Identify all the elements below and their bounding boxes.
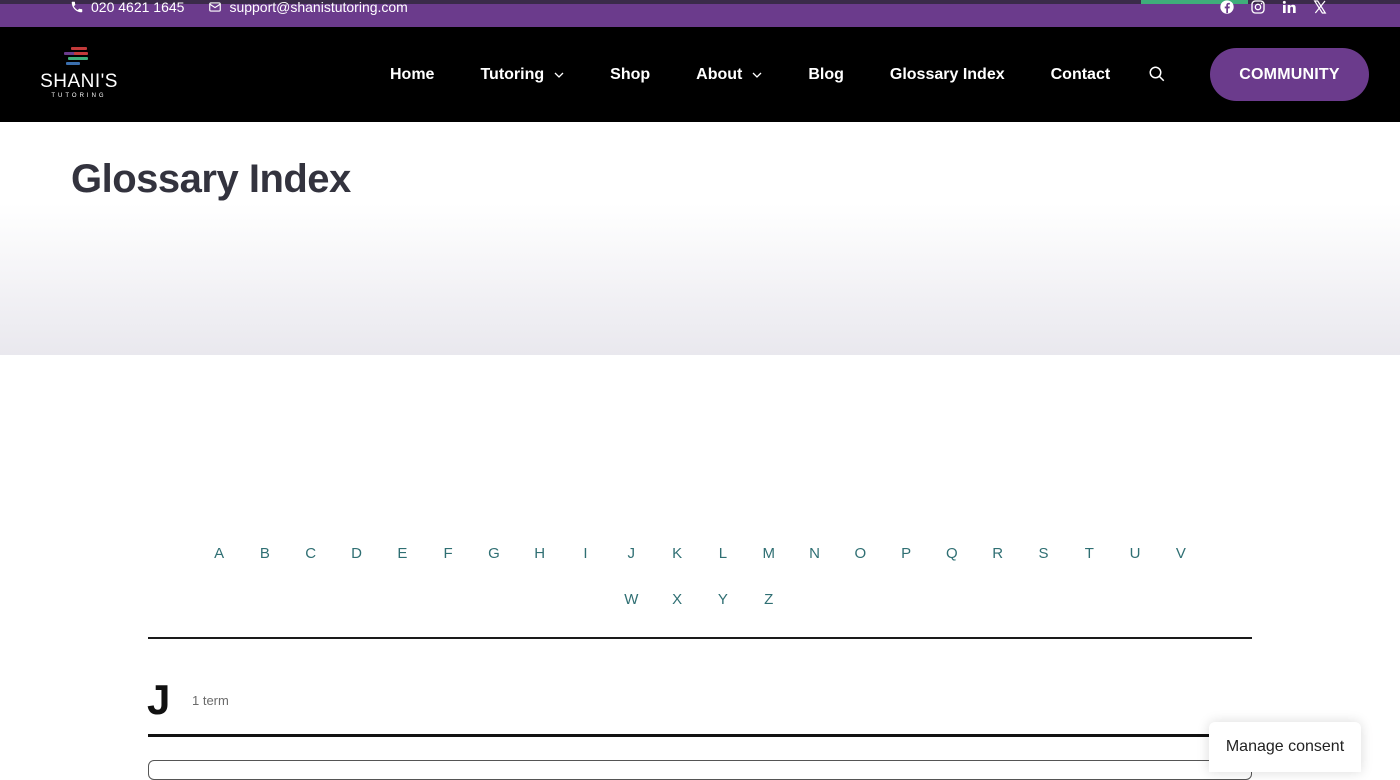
envelope-icon [209, 2, 222, 12]
phone-number: 020 4621 1645 [91, 0, 185, 15]
nav-label: Shop [610, 65, 651, 83]
alphabet-letter-link[interactable]: Q [929, 538, 975, 584]
nav-label: Home [390, 65, 435, 83]
facebook-icon[interactable] [1218, 0, 1236, 16]
logo-name: SHANI'S [40, 71, 118, 92]
alphabet-letter-link[interactable]: S [1021, 538, 1067, 584]
nav-item-about[interactable]: About [696, 66, 762, 84]
contact-info: 020 4621 1645 support@shanistutoring.com [70, 0, 424, 17]
community-button[interactable]: COMMUNITY [1210, 48, 1369, 101]
alphabet-row: WXYZ [148, 584, 1252, 630]
social-links [1218, 0, 1329, 16]
nav-item-glossary-index[interactable]: Glossary Index [890, 66, 1005, 84]
logo-subtitle: TUTORING [51, 93, 107, 99]
email-link[interactable]: support@shanistutoring.com [208, 0, 408, 17]
email-address: support@shanistutoring.com [229, 0, 408, 15]
primary-menu: Home Tutoring Shop About Blog Glossary I… [390, 27, 1156, 122]
alphabet-letter-link[interactable]: D [334, 538, 380, 584]
instagram-icon[interactable] [1249, 0, 1267, 16]
alphabet-letter-link[interactable]: E [379, 538, 425, 584]
search-icon[interactable] [1148, 65, 1166, 83]
nav-item-contact[interactable]: Contact [1051, 66, 1111, 84]
nav-item-home[interactable]: Home [390, 66, 434, 84]
alphabet-letter-link[interactable]: G [471, 538, 517, 584]
alphabet-letter-link[interactable]: R [975, 538, 1021, 584]
nav-label: Contact [1050, 65, 1111, 83]
alphabet-letter-link[interactable]: W [608, 584, 654, 630]
nav-item-shop[interactable]: Shop [610, 66, 650, 84]
alphabet-letter-link[interactable]: I [563, 538, 609, 584]
x-icon[interactable] [1311, 0, 1329, 16]
alphabet-letter-link[interactable]: L [700, 538, 746, 584]
chevron-down-icon [554, 72, 564, 78]
nav-label: Glossary Index [889, 65, 1005, 83]
site-logo[interactable]: SHANI'S TUTORING [38, 47, 120, 103]
alphabet-letter-link[interactable]: H [517, 538, 563, 584]
alphabet-letter-link[interactable]: P [883, 538, 929, 584]
alphabet-letter-link[interactable]: X [654, 584, 700, 630]
alphabet-letter-link[interactable]: A [196, 538, 242, 584]
alphabet-letter-link[interactable]: F [425, 538, 471, 584]
nav-label: About [696, 65, 743, 83]
alphabet-letter-link[interactable]: K [654, 538, 700, 584]
alphabet-letter-link[interactable]: U [1112, 538, 1158, 584]
term-count: 1 term [192, 693, 229, 708]
alphabet-letter-link[interactable]: O [837, 538, 883, 584]
alphabet-letter-link[interactable]: T [1066, 538, 1112, 584]
nav-label: Tutoring [480, 65, 545, 83]
chevron-down-icon [752, 72, 762, 78]
alphabet-letter-link[interactable]: C [288, 538, 334, 584]
section-letter-heading: J [147, 676, 171, 723]
divider [148, 637, 1252, 639]
linkedin-icon[interactable] [1280, 0, 1298, 16]
logo-mark [64, 47, 94, 67]
alphabet-letter-link[interactable]: Z [746, 584, 792, 630]
divider [148, 734, 1252, 737]
alphabet-letter-link[interactable]: Y [700, 584, 746, 630]
top-contact-bar: 020 4621 1645 support@shanistutoring.com [0, 0, 1400, 27]
phone-icon [71, 1, 83, 13]
alphabet-letter-link[interactable]: B [242, 538, 288, 584]
alphabet-index: ABCDEFGHIJKLMNOPQRSTUV WXYZ [148, 538, 1252, 630]
glossary-term-card[interactable] [148, 760, 1252, 780]
alphabet-letter-link[interactable]: V [1158, 538, 1204, 584]
page-header: Glossary Index [0, 122, 1400, 355]
phone-link[interactable]: 020 4621 1645 [70, 0, 184, 17]
nav-item-blog[interactable]: Blog [808, 66, 844, 84]
nav-label: Blog [808, 65, 844, 83]
alphabet-row: ABCDEFGHIJKLMNOPQRSTUV [148, 538, 1252, 584]
alphabet-letter-link[interactable]: J [608, 538, 654, 584]
alphabet-letter-link[interactable]: N [792, 538, 838, 584]
nav-item-tutoring[interactable]: Tutoring [480, 66, 564, 84]
alphabet-letter-link[interactable]: M [746, 538, 792, 584]
page-title: Glossary Index [71, 157, 351, 201]
manage-consent-button[interactable]: Manage consent [1209, 722, 1361, 772]
main-navbar: SHANI'S TUTORING Home Tutoring Shop Abou… [0, 27, 1400, 122]
